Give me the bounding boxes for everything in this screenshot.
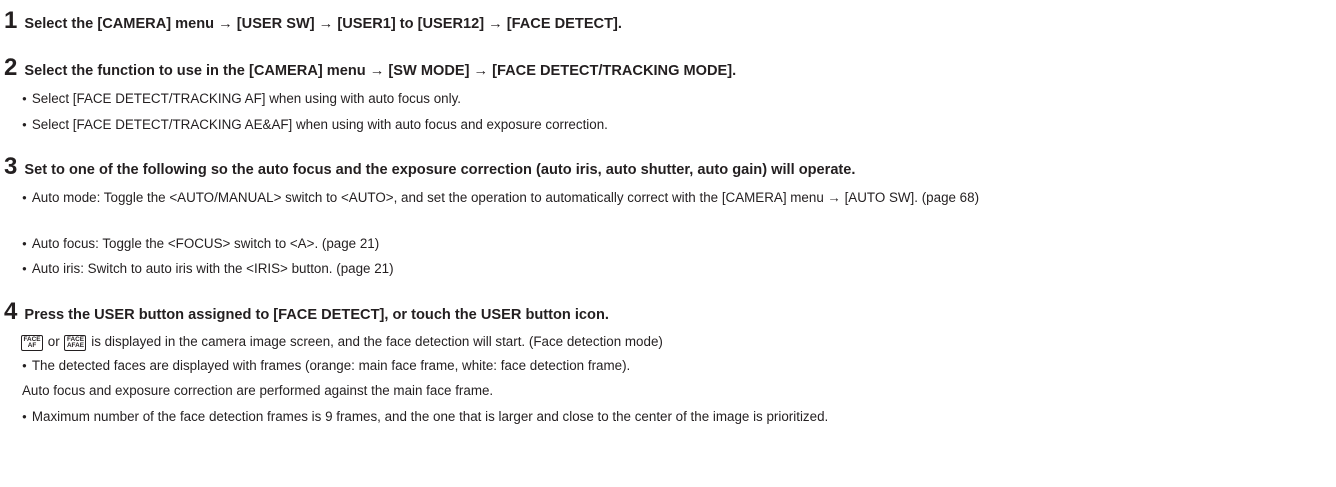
- step-2-text: Select the function to use in the [CAMER…: [24, 63, 737, 79]
- step-2-bullet-1: ● Select [FACE DETECT/TRACKING AF] when u…: [22, 89, 1322, 109]
- bullet-text: Auto mode: Toggle the <AUTO/MANUAL> swit…: [31, 190, 980, 205]
- step-1-text: Select the [CAMERA] menu → [USER SW] → […: [24, 16, 622, 32]
- bullet-text: Select [FACE DETECT/TRACKING AF] when us…: [31, 91, 461, 106]
- bullet-text: The detected faces are displayed with fr…: [31, 358, 631, 373]
- bullet-text: Auto focus: Toggle the <FOCUS> switch to…: [31, 236, 380, 251]
- or-text: or: [47, 334, 60, 349]
- bullet-text: Auto iris: Switch to auto iris with the …: [31, 261, 394, 276]
- step-4-number: 4: [4, 298, 18, 325]
- step-4-bullet-1-continuation: Auto focus and exposure correction are p…: [22, 381, 1322, 401]
- step-4-text: Press the USER button assigned to [FACE …: [24, 307, 609, 323]
- step-3-bullet-3: ● Auto iris: Switch to auto iris with the…: [22, 259, 1322, 279]
- step-3-number: 3: [4, 153, 18, 180]
- bullet-dot: ●: [22, 239, 27, 248]
- step-4-heading: 4 Press the USER button assigned to [FAC…: [4, 300, 609, 324]
- bullet-dot: ●: [22, 361, 27, 370]
- bullet-text: Auto focus and exposure correction are p…: [22, 383, 494, 398]
- step-3-bullet-1: ● Auto mode: Toggle the <AUTO/MANUAL> swi…: [22, 188, 1318, 208]
- step-2-number: 2: [4, 54, 18, 81]
- bullet-dot: ●: [22, 412, 27, 421]
- bullet-dot: ●: [22, 120, 27, 129]
- step-4-result-line: FACE AF or FACE AFAE is displayed in the c…: [20, 332, 1320, 352]
- face-afae-icon: FACE AFAE: [64, 335, 87, 351]
- bullet-dot: ●: [22, 94, 27, 103]
- manual-page: 1 Select the [CAMERA] menu → [USER SW] →…: [0, 0, 1336, 487]
- step-3-heading: 3 Set to one of the following so the aut…: [4, 155, 855, 179]
- step-1-number: 1: [4, 7, 18, 34]
- bullet-dot: ●: [22, 193, 27, 202]
- step-4-bullet-1: ● The detected faces are displayed with f…: [22, 356, 1322, 376]
- face-af-icon: FACE AF: [21, 335, 44, 351]
- bullet-text: Maximum number of the face detection fra…: [31, 409, 829, 424]
- step-2-bullet-2: ● Select [FACE DETECT/TRACKING AE&AF] whe…: [22, 115, 1322, 135]
- result-text: is displayed in the camera image screen,…: [91, 334, 663, 349]
- step-3-bullet-2: ● Auto focus: Toggle the <FOCUS> switch t…: [22, 234, 1322, 254]
- step-4-bullet-2: ● Maximum number of the face detection fr…: [22, 407, 1322, 427]
- bullet-dot: ●: [22, 264, 27, 273]
- bullet-text: Select [FACE DETECT/TRACKING AE&AF] when…: [31, 117, 608, 132]
- step-2-heading: 2 Select the function to use in the [CAM…: [4, 56, 736, 80]
- step-1-heading: 1 Select the [CAMERA] menu → [USER SW] →…: [4, 9, 622, 33]
- step-3-text: Set to one of the following so the auto …: [24, 162, 856, 178]
